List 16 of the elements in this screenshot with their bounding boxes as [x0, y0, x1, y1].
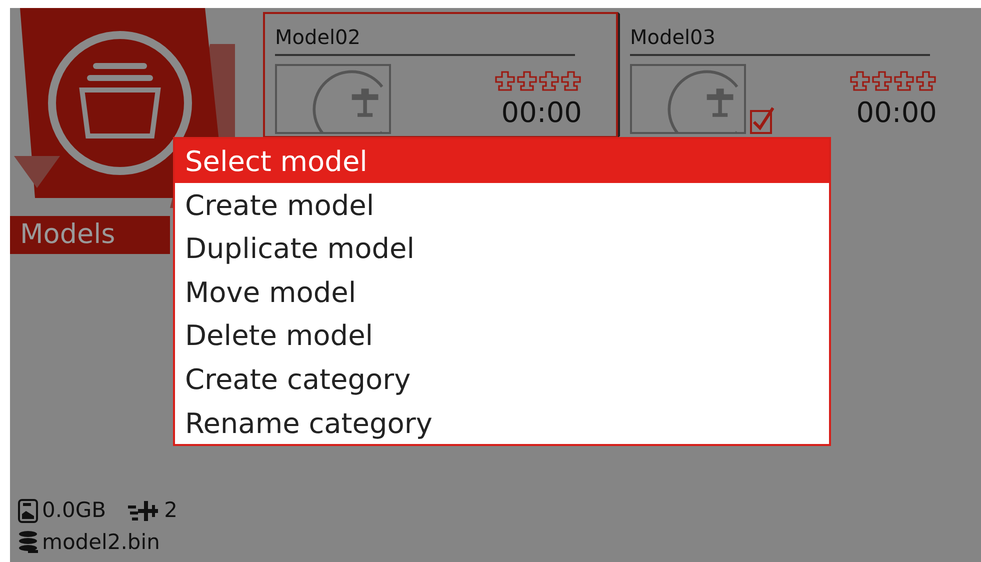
file-name-text: model2.bin: [42, 528, 160, 556]
model-name: Model02: [275, 22, 575, 56]
airplane-icon: [126, 498, 160, 523]
model-thumbnail-icon: [630, 64, 746, 134]
model-name: Model03: [630, 22, 930, 56]
timer-text: 00:00: [855, 95, 937, 131]
model-count-text: 2: [164, 497, 178, 524]
airplanes-icon: [849, 70, 937, 92]
timer-text: 00:00: [500, 95, 582, 131]
menu-item[interactable]: Select model: [175, 139, 829, 183]
storage-text: 0.0GB: [42, 497, 106, 524]
model-thumbnail-icon: [275, 64, 391, 134]
airplanes-icon: [494, 70, 582, 92]
database-icon: [18, 530, 38, 554]
sd-card-icon: [18, 498, 38, 523]
page-title: Models: [10, 216, 170, 254]
